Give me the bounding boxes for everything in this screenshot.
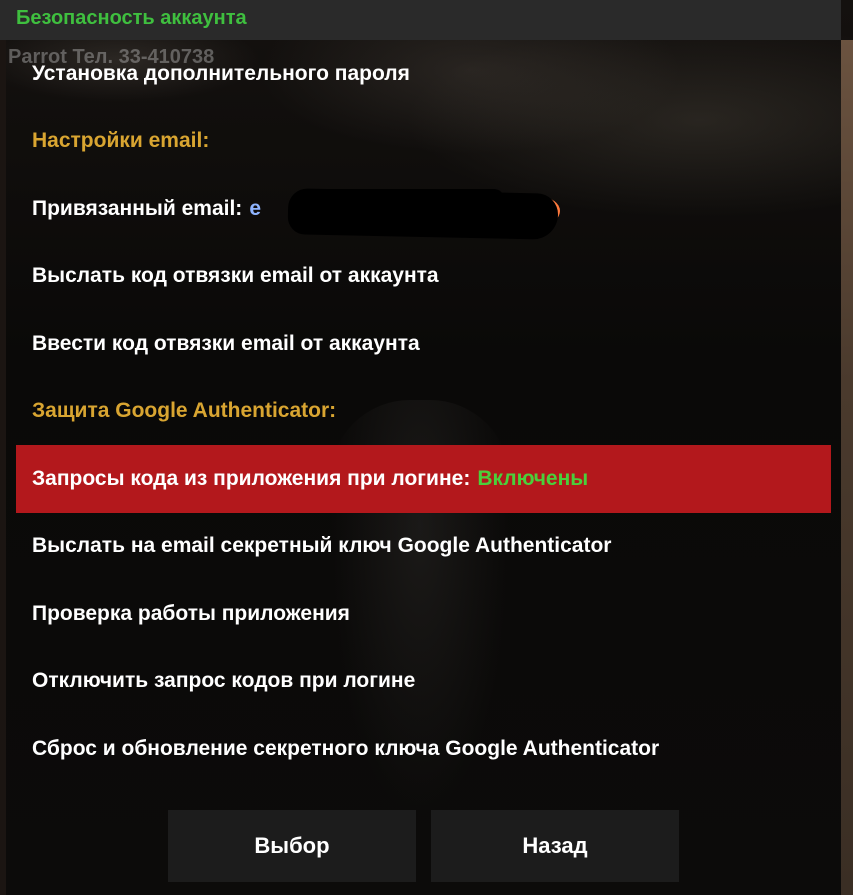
section-header-google-authenticator: Защита Google Authenticator: xyxy=(16,378,831,446)
section-header-label: Защита Google Authenticator: xyxy=(32,399,337,423)
dialog-title: Безопасность аккаунта xyxy=(16,7,247,29)
menu-item-additional-password[interactable]: Установка дополнительного пароля xyxy=(16,40,831,108)
status-enabled: Включены xyxy=(477,466,589,490)
section-header-label: Настройки email: xyxy=(32,129,210,153)
dialog-titlebar: Безопасность аккаунта xyxy=(0,0,841,40)
account-security-dialog: Безопасность аккаунта Parrot Тел. 33-410… xyxy=(0,0,841,895)
section-header-email: Настройки email: xyxy=(16,108,831,176)
menu-item-label: Проверка работы приложения xyxy=(32,601,350,625)
menu-item-label: Сброс и обновление секретного ключа Goog… xyxy=(32,736,660,760)
menu-item-label: Выслать на email секретный ключ Google A… xyxy=(32,534,612,558)
menu-item-linked-email[interactable]: Привязанный email: e xyxy=(16,175,831,243)
select-button[interactable]: Выбор xyxy=(168,810,416,882)
menu-item-check-app[interactable]: Проверка работы приложения xyxy=(16,580,831,648)
security-menu-list: Установка дополнительного пароля Настрой… xyxy=(16,40,831,783)
email-redaction-mark xyxy=(287,188,559,240)
menu-item-label: Привязанный email: xyxy=(32,196,243,220)
menu-item-disable-login-codes[interactable]: Отключить запрос кодов при логине xyxy=(16,648,831,716)
window-right-edge xyxy=(841,40,853,895)
menu-item-label: Запросы кода из приложения при логине: xyxy=(32,466,471,490)
menu-item-label: Ввести код отвязки email от аккаунта xyxy=(32,331,420,355)
menu-item-label: Установка дополнительного пароля xyxy=(32,61,410,85)
menu-item-label: Отключить запрос кодов при логине xyxy=(32,669,416,693)
menu-item-login-code-requests[interactable]: Запросы кода из приложения при логине: В… xyxy=(16,445,831,513)
menu-item-send-secret-key[interactable]: Выслать на email секретный ключ Google A… xyxy=(16,513,831,581)
linked-email-value: e xyxy=(249,196,261,220)
menu-item-label: Выслать код отвязки email от аккаунта xyxy=(32,264,439,288)
menu-item-send-unlink-code[interactable]: Выслать код отвязки email от аккаунта xyxy=(16,243,831,311)
back-button[interactable]: Назад xyxy=(431,810,679,882)
menu-item-reset-secret-key[interactable]: Сброс и обновление секретного ключа Goog… xyxy=(16,715,831,783)
menu-item-enter-unlink-code[interactable]: Ввести код отвязки email от аккаунта xyxy=(16,310,831,378)
